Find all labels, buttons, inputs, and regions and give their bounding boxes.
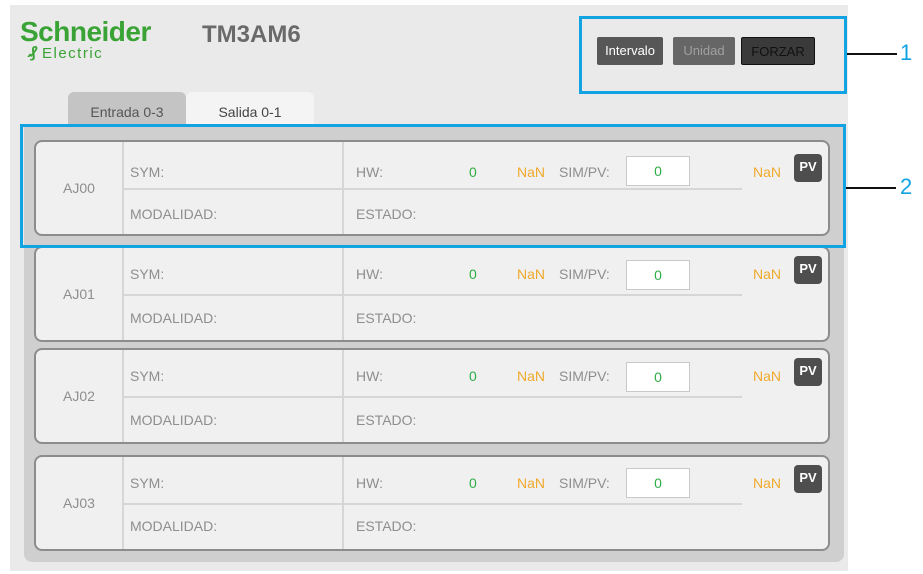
sym-label: SYM: [130, 368, 165, 384]
hw-value: 0 [469, 266, 477, 282]
tab-salida[interactable]: Salida 0-1 [186, 92, 314, 126]
hw-nan: NaN [517, 475, 546, 491]
hw-value: 0 [469, 368, 477, 384]
divider [122, 396, 742, 398]
sym-label: SYM: [130, 475, 165, 491]
estado-label: ESTADO: [356, 412, 417, 428]
hw-nan: NaN [517, 368, 546, 384]
hw-label: HW: [356, 266, 383, 282]
callout-line-2 [846, 187, 896, 189]
channel-row: AJ01 SYM: MODALIDAD: HW: 0 NaN SIM/PV: 0… [34, 246, 830, 342]
modalidad-label: MODALIDAD: [130, 310, 218, 326]
sym-label: SYM: [130, 266, 165, 282]
logo-glyph: ₰ [28, 44, 37, 61]
sim-pv-input[interactable]: 0 [626, 362, 690, 392]
sim-pv-input[interactable]: 0 [626, 468, 690, 498]
tab-entrada[interactable]: Entrada 0-3 [68, 92, 186, 126]
channel-row: AJ03 SYM: MODALIDAD: HW: 0 NaN SIM/PV: 0… [34, 455, 830, 551]
callout-line-1 [847, 53, 897, 55]
pv-button[interactable]: PV [794, 358, 822, 386]
simpv-label: SIM/PV: [559, 475, 610, 491]
divider [122, 294, 742, 296]
schneider-logo: Schneider ₰ Electric [20, 16, 151, 63]
sim-nan: NaN [753, 266, 782, 282]
channel-id: AJ03 [63, 495, 95, 511]
callout-box-1 [579, 16, 847, 94]
modalidad-label: MODALIDAD: [130, 412, 218, 428]
logo-subtext: Electric [42, 45, 104, 62]
divider [122, 503, 742, 505]
sim-pv-input[interactable]: 0 [626, 260, 690, 290]
estado-label: ESTADO: [356, 310, 417, 326]
callout-number-2: 2 [900, 174, 913, 199]
modalidad-label: MODALIDAD: [130, 518, 218, 534]
estado-label: ESTADO: [356, 518, 417, 534]
hw-label: HW: [356, 368, 383, 384]
pv-button[interactable]: PV [794, 256, 822, 284]
hw-nan: NaN [517, 266, 546, 282]
channel-row: AJ02 SYM: MODALIDAD: HW: 0 NaN SIM/PV: 0… [34, 348, 830, 444]
channel-id: AJ02 [63, 388, 95, 404]
sim-nan: NaN [753, 368, 782, 384]
channel-id: AJ01 [63, 286, 95, 302]
module-title: TM3AM6 [202, 21, 301, 48]
logo-wordmark: Schneider [20, 16, 151, 47]
simpv-label: SIM/PV: [559, 368, 610, 384]
pv-button[interactable]: PV [794, 465, 822, 493]
sim-nan: NaN [753, 475, 782, 491]
callout-box-2 [20, 124, 846, 248]
simpv-label: SIM/PV: [559, 266, 610, 282]
hw-label: HW: [356, 475, 383, 491]
callout-number-1: 1 [900, 40, 913, 65]
hw-value: 0 [469, 475, 477, 491]
